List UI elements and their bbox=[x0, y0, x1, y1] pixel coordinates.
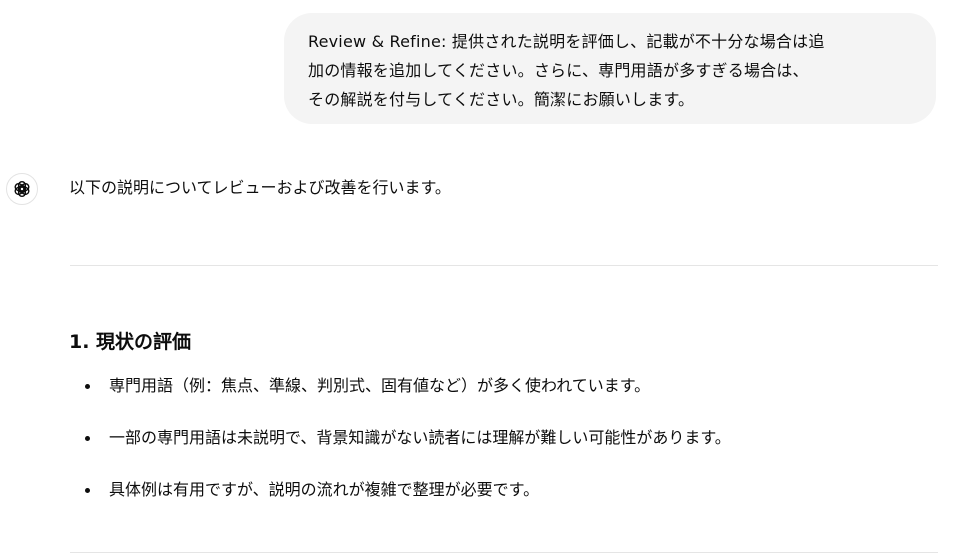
assistant-intro-text: 以下の説明についてレビューおよび改善を行います。 bbox=[69, 178, 451, 197]
user-message-line: 加の情報を追加してください。さらに、専門用語が多すぎる場合は、 bbox=[308, 61, 809, 80]
user-message-line: その解説を付与してください。簡潔にお願いします。 bbox=[308, 90, 695, 109]
chat-thread: Review & Refine: 提供された説明を評価し、記載が不十分な場合は追… bbox=[0, 0, 956, 558]
user-message-bubble: Review & Refine: 提供された説明を評価し、記載が不十分な場合は追… bbox=[284, 13, 936, 124]
bullet-item: 専門用語（例：焦点、準線、判別式、固有値など）が多く使われています。 bbox=[84, 374, 731, 398]
section-divider bbox=[70, 265, 938, 266]
bullet-dot-icon bbox=[85, 488, 90, 493]
section-divider bbox=[70, 552, 938, 553]
bullet-text: 具体例は有用ですが、説明の流れが複雑で整理が必要です。 bbox=[109, 480, 540, 499]
bullet-text: 専門用語（例：焦点、準線、判別式、固有値など）が多く使われています。 bbox=[109, 376, 651, 395]
bullet-item: 一部の専門用語は未説明で、背景知識がない読者には理解が難しい可能性があります。 bbox=[84, 426, 731, 450]
openai-logo-icon bbox=[12, 179, 32, 199]
bullet-text: 一部の専門用語は未説明で、背景知識がない読者には理解が難しい可能性があります。 bbox=[109, 428, 731, 447]
bullet-dot-icon bbox=[85, 436, 90, 441]
bullet-item: 具体例は有用ですが、説明の流れが複雑で整理が必要です。 bbox=[84, 478, 731, 502]
assistant-avatar bbox=[6, 173, 38, 205]
user-message-line: Review & Refine: 提供された説明を評価し、記載が不十分な場合は追 bbox=[308, 32, 825, 51]
section-heading: 1. 現状の評価 bbox=[69, 331, 192, 353]
bullet-dot-icon bbox=[85, 384, 90, 389]
bullet-list: 専門用語（例：焦点、準線、判別式、固有値など）が多く使われています。 一部の専門… bbox=[84, 374, 731, 530]
